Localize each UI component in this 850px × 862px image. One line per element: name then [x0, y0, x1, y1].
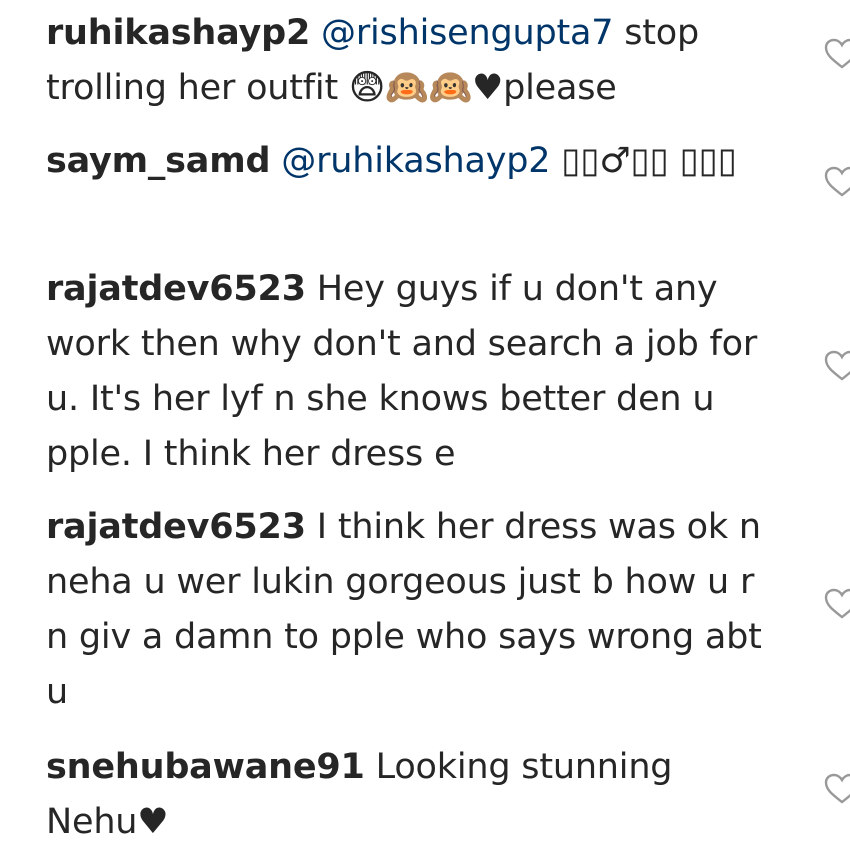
heart-outline-icon: [824, 38, 850, 69]
comment-username[interactable]: ruhikashayp2: [46, 13, 310, 53]
heart-outline-icon: [824, 350, 850, 381]
comment-item: ruhikashayp2 @rishisengupta7 stop trolli…: [46, 6, 786, 116]
like-button[interactable]: [820, 350, 850, 390]
like-button[interactable]: [820, 773, 850, 813]
comment-text: ▯▯♂▯▯ ▯▯▯: [550, 141, 737, 181]
heart-outline-icon: [824, 588, 850, 619]
comment-mention[interactable]: @rishisengupta7: [321, 13, 613, 53]
like-button[interactable]: [820, 38, 850, 78]
heart-outline-icon: [824, 166, 850, 197]
comment-item: saym_samd @ruhikashayp2 ▯▯♂▯▯ ▯▯▯: [46, 134, 786, 189]
comment-username[interactable]: rajatdev6523: [46, 507, 306, 547]
comment-username[interactable]: saym_samd: [46, 141, 271, 181]
comment-item: rajatdev6523 Hey guys if u don't any wor…: [46, 262, 786, 482]
comment-list: ruhikashayp2 @rishisengupta7 stop trolli…: [0, 0, 850, 862]
comment-username[interactable]: snehubawane91: [46, 747, 365, 787]
heart-outline-icon: [824, 773, 850, 804]
like-button[interactable]: [820, 166, 850, 206]
comment-username[interactable]: rajatdev6523: [46, 269, 306, 309]
comment-item: rajatdev6523 I think her dress was ok n …: [46, 500, 786, 720]
like-button[interactable]: [820, 588, 850, 628]
comment-mention[interactable]: @ruhikashayp2: [281, 141, 550, 181]
comment-item: snehubawane91 Looking stunning Nehu♥: [46, 740, 786, 850]
